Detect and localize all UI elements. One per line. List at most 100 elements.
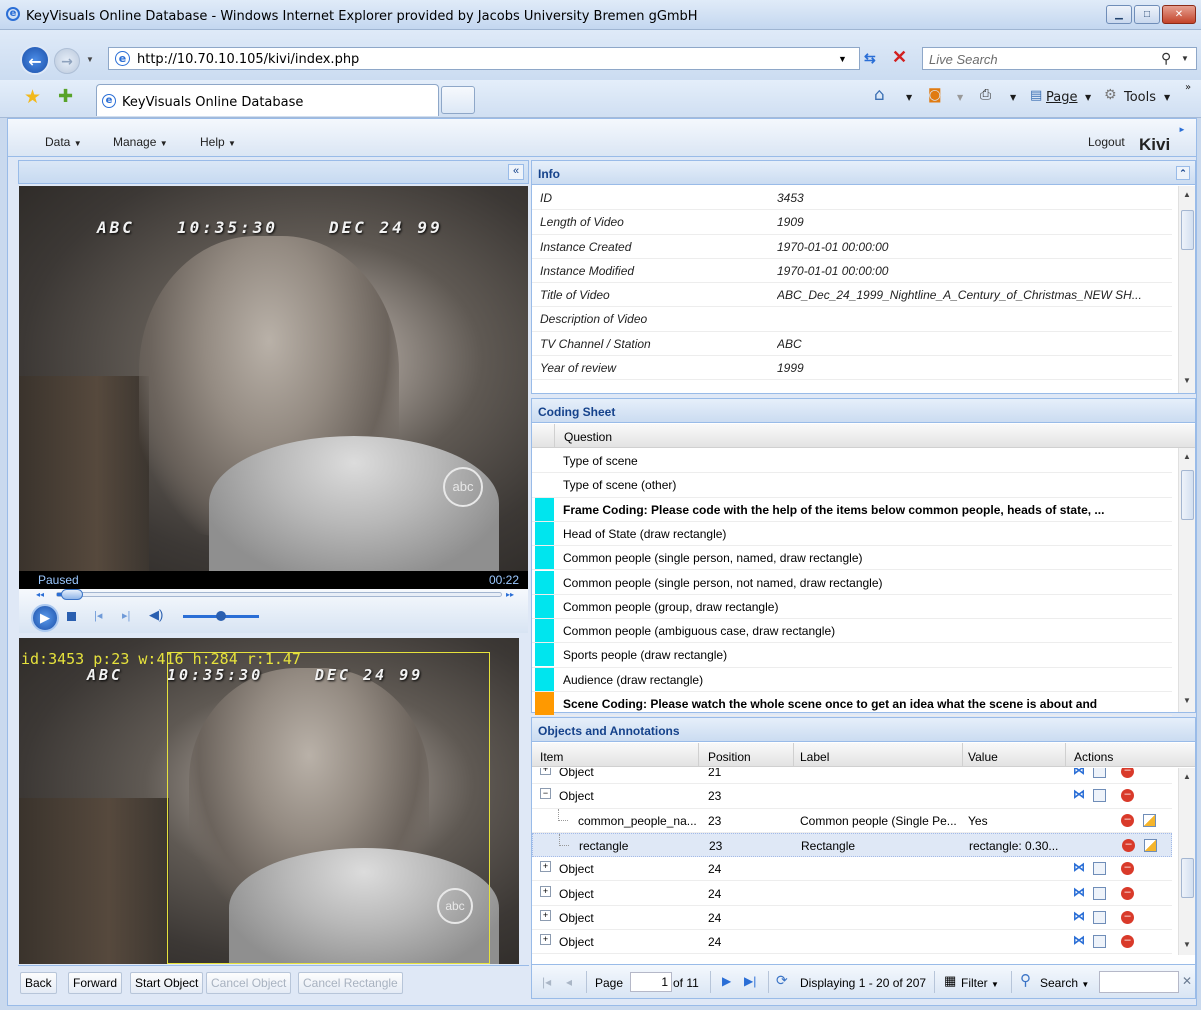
actions-column[interactable]: Actions <box>1074 750 1113 764</box>
scroll-down-icon[interactable]: ▼ <box>1183 696 1191 705</box>
menu-data[interactable]: Data ▼ <box>45 135 82 149</box>
stop-icon[interactable]: ✕ <box>892 47 907 68</box>
collapse-up-icon[interactable]: ⌃ <box>1176 166 1190 180</box>
new-tab-button[interactable] <box>441 86 475 114</box>
last-page-icon[interactable]: ▶| <box>744 974 756 988</box>
expand-icon[interactable]: + <box>540 768 551 775</box>
tools-menu[interactable]: Tools <box>1124 90 1156 105</box>
remove-icon[interactable]: – <box>1122 838 1135 852</box>
search-go-icon[interactable]: ⚲ <box>1161 50 1171 67</box>
search-button[interactable]: Search ▼ <box>1040 976 1089 990</box>
copy-icon[interactable] <box>1093 886 1106 900</box>
scroll-up-icon[interactable]: ▲ <box>1183 190 1191 199</box>
remove-icon[interactable]: – <box>1121 768 1134 778</box>
clear-search-icon[interactable]: ✕ <box>1182 974 1192 988</box>
coding-sheet-row[interactable]: Type of scene <box>532 449 1172 474</box>
back-arrow-icon[interactable]: ← <box>20 45 50 75</box>
object-row[interactable]: + Object 24 ⋈ – <box>532 857 1172 882</box>
remove-icon[interactable]: – <box>1121 813 1134 827</box>
filter-button[interactable]: Filter ▼ <box>961 976 999 990</box>
edit-icon[interactable] <box>1144 838 1157 852</box>
previous-icon[interactable]: |◂ <box>94 609 102 622</box>
history-dropdown-icon[interactable]: ▼ <box>86 55 94 64</box>
play-segment-icon[interactable]: ⋈ <box>1073 909 1086 923</box>
object-row[interactable]: + Object 24 ⋈ – <box>532 930 1172 955</box>
page-menu-dropdown-icon[interactable]: ▼ <box>1085 93 1091 102</box>
grid-search-input[interactable] <box>1099 971 1179 993</box>
home-dropdown-icon[interactable]: ▼ <box>906 93 912 102</box>
print-icon[interactable]: ⎙ <box>980 87 991 103</box>
copy-icon[interactable] <box>1093 768 1106 778</box>
object-row[interactable]: common_people_na... 23 Common people (Sing… <box>532 808 1172 833</box>
play-segment-icon[interactable]: ⋈ <box>1073 933 1086 947</box>
label-column[interactable]: Label <box>800 750 829 764</box>
scroll-down-icon[interactable]: ▼ <box>1183 940 1191 949</box>
expand-icon[interactable]: + <box>540 909 551 921</box>
coding-sheet-row[interactable]: Common people (ambiguous case, draw rect… <box>532 619 1172 644</box>
search-dropdown-icon[interactable]: ▼ <box>1181 54 1189 63</box>
coding-sheet-row[interactable]: Frame Coding: Please code with the help … <box>532 497 1172 522</box>
logout-link[interactable]: Logout <box>1088 135 1125 149</box>
info-scroll-thumb[interactable] <box>1181 210 1194 250</box>
refresh-icon[interactable]: ⟳ <box>776 972 788 989</box>
object-row[interactable]: + Object 24 ⋈ – <box>532 906 1172 931</box>
rewind-icon[interactable]: ◂◂ <box>36 590 44 599</box>
volume-handle[interactable] <box>216 611 226 621</box>
annotation-frame[interactable]: ABC 10:35:30 DEC 24 99 abc id:3453 p:23 … <box>19 638 519 964</box>
volume-icon[interactable]: ◀) <box>149 607 163 623</box>
remove-icon[interactable]: – <box>1121 862 1134 876</box>
start-object-button[interactable]: Start Object <box>130 972 204 994</box>
coding-sheet-row[interactable]: Audience (draw rectangle) <box>532 667 1172 692</box>
maximize-button[interactable]: □ <box>1134 5 1160 24</box>
feeds-dropdown-icon[interactable]: ▼ <box>957 93 963 102</box>
remove-icon[interactable]: – <box>1121 789 1134 803</box>
coding-sheet-row[interactable]: Common people (single person, named, dra… <box>532 546 1172 571</box>
play-segment-icon[interactable]: ⋈ <box>1073 768 1086 777</box>
annotation-rectangle[interactable] <box>167 652 490 964</box>
copy-icon[interactable] <box>1093 935 1106 949</box>
object-row[interactable]: − Object 23 ⋈ – <box>532 784 1172 809</box>
page-menu[interactable]: Page <box>1046 90 1077 105</box>
url-dropdown-icon[interactable]: ▼ <box>838 54 847 64</box>
copy-icon[interactable] <box>1093 910 1106 924</box>
coding-sheet-scrollbar[interactable]: ▲ ▼ <box>1178 448 1195 712</box>
first-page-icon[interactable]: |◂ <box>542 975 551 989</box>
print-dropdown-icon[interactable]: ▼ <box>1010 93 1016 102</box>
object-row[interactable]: rectangle 23 Rectangle rectangle: 0.30... – <box>532 832 1172 858</box>
refresh-icon[interactable]: ⇆ <box>864 50 876 67</box>
question-column[interactable]: Question <box>564 430 612 444</box>
feeds-icon[interactable]: ◙ <box>928 87 942 103</box>
collapse-left-icon[interactable]: « <box>508 164 524 180</box>
value-column[interactable]: Value <box>968 750 998 764</box>
play-segment-icon[interactable]: ⋈ <box>1073 885 1086 899</box>
url-field[interactable]: e http://10.70.10.105/kivi/index.php ▼ <box>108 47 860 70</box>
coding-sheet-row[interactable]: Common people (single person, not named,… <box>532 570 1172 595</box>
position-column[interactable]: Position <box>708 750 751 764</box>
prev-page-icon[interactable]: ◂ <box>566 975 572 989</box>
objects-scrollbar[interactable]: ▲ ▼ <box>1178 768 1195 955</box>
coding-sheet-row[interactable]: Common people (group, draw rectangle) <box>532 594 1172 620</box>
tools-menu-dropdown-icon[interactable]: ▼ <box>1164 93 1170 102</box>
stop-icon[interactable] <box>67 612 76 621</box>
seek-handle[interactable] <box>61 589 83 600</box>
next-icon[interactable]: ▸| <box>122 609 130 622</box>
item-column[interactable]: Item <box>540 750 563 764</box>
coding-scroll-thumb[interactable] <box>1181 470 1194 520</box>
play-segment-icon[interactable]: ⋈ <box>1073 787 1086 801</box>
menu-help[interactable]: Help ▼ <box>200 135 236 149</box>
next-page-icon[interactable]: ▶ <box>722 974 731 988</box>
objects-scroll-thumb[interactable] <box>1181 858 1194 898</box>
collapse-icon[interactable]: − <box>540 788 551 800</box>
object-row[interactable]: + Object 24 ⋈ – <box>532 882 1172 906</box>
expand-icon[interactable]: + <box>540 934 551 946</box>
page-number-input[interactable] <box>630 972 672 992</box>
remove-icon[interactable]: – <box>1121 910 1134 924</box>
info-scrollbar[interactable]: ▲ ▼ <box>1178 186 1195 393</box>
cancel-object-button[interactable]: Cancel Object <box>206 972 292 994</box>
play-icon[interactable]: ▶ <box>31 604 59 632</box>
copy-icon[interactable] <box>1093 862 1106 876</box>
fast-forward-icon[interactable]: ▸▸ <box>506 590 514 599</box>
chevron-more-icon[interactable]: » <box>1185 82 1191 93</box>
forward-button[interactable]: Forward <box>68 972 123 994</box>
edit-icon[interactable] <box>1143 813 1156 827</box>
